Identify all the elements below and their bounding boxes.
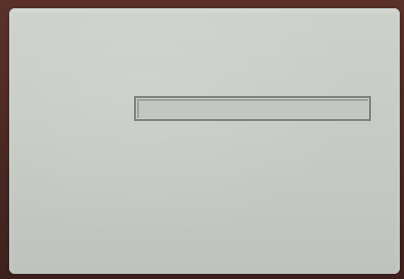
device-bezel [0, 0, 404, 279]
screen-glare [9, 8, 400, 274]
display-screen [9, 8, 400, 274]
text-input-field[interactable] [134, 96, 371, 121]
